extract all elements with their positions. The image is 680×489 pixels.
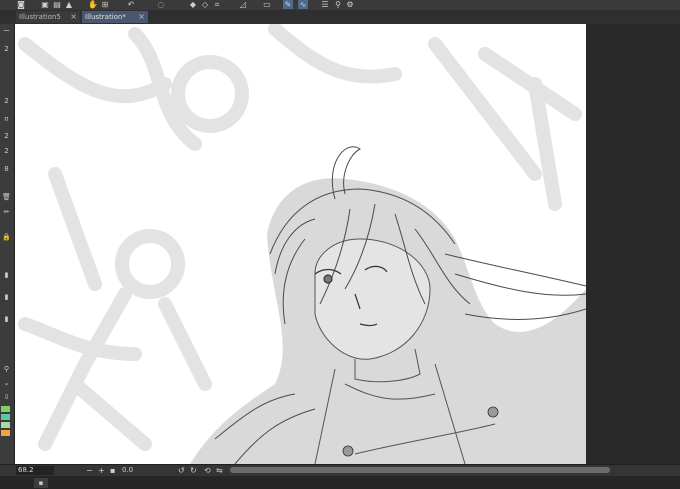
search-icon[interactable]: ⚲ [0, 364, 13, 374]
bottom-bar: ▪ [0, 476, 680, 489]
sketch-artwork [18, 24, 586, 464]
ruler-icon[interactable]: ▭ [262, 0, 272, 9]
horizontal-scrollbar[interactable] [230, 467, 610, 473]
navigator-button[interactable]: ▪ [34, 478, 48, 488]
transform-icon[interactable]: ⊞ [100, 0, 110, 9]
color-swatch-mint[interactable] [1, 422, 10, 428]
brush-icon[interactable]: ✏ [0, 207, 13, 217]
hand-icon[interactable]: ✋ [88, 0, 98, 9]
panel-label: 2 [4, 97, 9, 105]
slider-handle[interactable]: ▮ [0, 314, 13, 324]
chevron-down-icon[interactable]: ⌄ [0, 378, 13, 388]
panel-label: 8 [4, 165, 9, 173]
document-tab-bar: Illustration5 × Illustration* × [0, 10, 680, 25]
zoom-field[interactable]: 68.2 [16, 466, 54, 475]
slider-handle[interactable]: ▮ [0, 292, 13, 302]
download-icon[interactable]: ⇩ [0, 392, 13, 402]
camera-icon[interactable]: ◙ [16, 0, 26, 9]
export-icon[interactable]: ▲ [64, 0, 74, 9]
zoom-out-button[interactable]: − [86, 465, 93, 476]
shape-icon[interactable]: ◿ [238, 0, 248, 9]
trash-icon[interactable]: 🗑 [0, 192, 13, 202]
flip-icon[interactable]: ⇋ [216, 465, 223, 476]
undo-icon[interactable]: ↶ [126, 0, 136, 9]
slider-handle[interactable]: ▮ [0, 270, 13, 280]
zoom-in-button[interactable]: + [98, 465, 105, 476]
close-tab-icon[interactable]: × [138, 11, 145, 23]
tab-illustration5[interactable]: Illustration5 × [16, 11, 80, 23]
folder-icon[interactable]: ▣ [40, 0, 50, 9]
panel-label: n [4, 115, 9, 123]
tab-label: Illustration* [85, 13, 126, 21]
color-swatch-teal[interactable] [1, 414, 10, 420]
save-icon[interactable]: ▤ [52, 0, 62, 9]
panel-label: 2 [4, 147, 9, 155]
top-toolbar: ◙ ▣ ▤ ▲ ✋ ⊞ ↶ ◌ ◆ ◇ ⌗ ◿ ▭ ✎ ∿ ☰ ⚲ ⚙ [0, 0, 680, 10]
panel-label: 2 [4, 132, 9, 140]
tab-label: Illustration5 [19, 13, 61, 21]
rotate-slider-handle[interactable]: ▪ [110, 465, 115, 476]
lasso-icon[interactable]: ◇ [200, 0, 210, 9]
fill-icon[interactable]: ◆ [188, 0, 198, 9]
reset-view-icon[interactable]: ⟲ [204, 465, 211, 476]
rotate-left-icon[interactable]: ↺ [178, 465, 185, 476]
eyedropper-icon[interactable]: ⚲ [333, 0, 343, 9]
drawing-canvas[interactable] [15, 24, 586, 464]
layer-icon[interactable]: ☰ [320, 0, 330, 9]
curve-tool-icon[interactable]: ∿ [298, 0, 308, 9]
tool-property-panel: ー 2 2 n 2 2 8 🗑 ✏ 🔒 ▮ ▮ ▮ ⚲ ⌄ ⇩ [0, 24, 15, 464]
panel-label: 2 [4, 45, 9, 53]
canvas-status-bar: 68.2 − + ▪ 0.0 ↺ ↻ ⟲ ⇋ [0, 464, 680, 476]
selection-icon[interactable]: ◌ [156, 0, 166, 9]
color-swatch-green[interactable] [1, 406, 10, 412]
right-panel [586, 24, 680, 464]
rotate-right-icon[interactable]: ↻ [190, 465, 197, 476]
panel-label: ー [3, 27, 10, 35]
crop-icon[interactable]: ⌗ [212, 0, 222, 9]
rotation-field[interactable]: 0.0 [122, 465, 133, 476]
tab-illustration[interactable]: Illustration* × [82, 11, 148, 23]
close-tab-icon[interactable]: × [70, 11, 77, 23]
color-swatch-orange[interactable] [1, 430, 10, 436]
settings-icon[interactable]: ⚙ [345, 0, 355, 9]
lock-icon[interactable]: 🔒 [0, 232, 13, 242]
pen-tool-icon[interactable]: ✎ [283, 0, 293, 9]
